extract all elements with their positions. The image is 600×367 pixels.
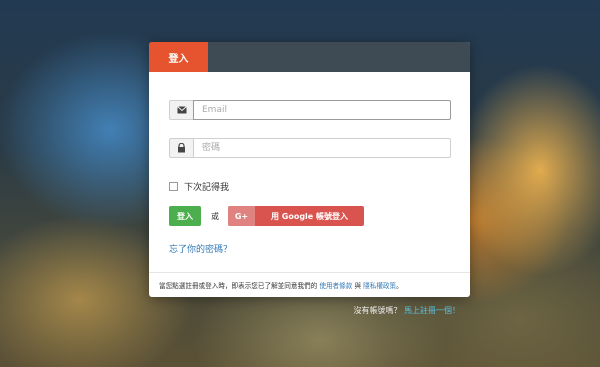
privacy-policy-link[interactable]: 隱私權政策 bbox=[363, 282, 396, 290]
password-field bbox=[169, 138, 451, 158]
forgot-password-link[interactable]: 忘了你的密碼？ bbox=[169, 242, 232, 255]
terms-notice: 當您點選註冊或登入時，即表示您已了解並同意我們的 使用者條款 與 隱私權政策。 bbox=[159, 280, 469, 290]
divider bbox=[149, 272, 470, 273]
remember-checkbox[interactable] bbox=[169, 182, 178, 191]
terms-and: 與 bbox=[354, 282, 362, 290]
login-card: 登入 下次記得我 登入 或 G+ 用 Google 帳號登入 忘了你的密碼？ bbox=[149, 42, 470, 297]
terms-suffix: 。 bbox=[396, 282, 403, 290]
google-login-label: 用 Google 帳號登入 bbox=[270, 211, 349, 221]
or-text: 或 bbox=[211, 211, 219, 221]
terms-of-use-link[interactable]: 使用者條款 bbox=[319, 282, 352, 290]
remember-label: 下次記得我 bbox=[184, 183, 230, 193]
password-input[interactable] bbox=[193, 138, 451, 158]
email-input[interactable] bbox=[193, 100, 451, 120]
google-login-button[interactable]: G+ 用 Google 帳號登入 bbox=[228, 206, 364, 226]
remember-me[interactable]: 下次記得我 bbox=[169, 180, 229, 193]
envelope-icon bbox=[169, 100, 193, 120]
signup-link[interactable]: 馬上註冊一個！ bbox=[404, 306, 460, 315]
google-plus-icon: G+ bbox=[228, 206, 255, 226]
terms-prefix: 當您點選註冊或登入時，即表示您已了解並同意我們的 bbox=[159, 282, 318, 290]
tab-login[interactable]: 登入 bbox=[149, 42, 208, 72]
lock-icon bbox=[169, 138, 193, 158]
signup-text: 沒有帳號嗎？ bbox=[353, 306, 402, 315]
email-field bbox=[169, 100, 451, 120]
signup-prompt: 沒有帳號嗎？ 馬上註冊一個！ bbox=[353, 305, 460, 316]
login-button[interactable]: 登入 bbox=[169, 206, 201, 226]
card-header: 登入 bbox=[149, 42, 470, 72]
